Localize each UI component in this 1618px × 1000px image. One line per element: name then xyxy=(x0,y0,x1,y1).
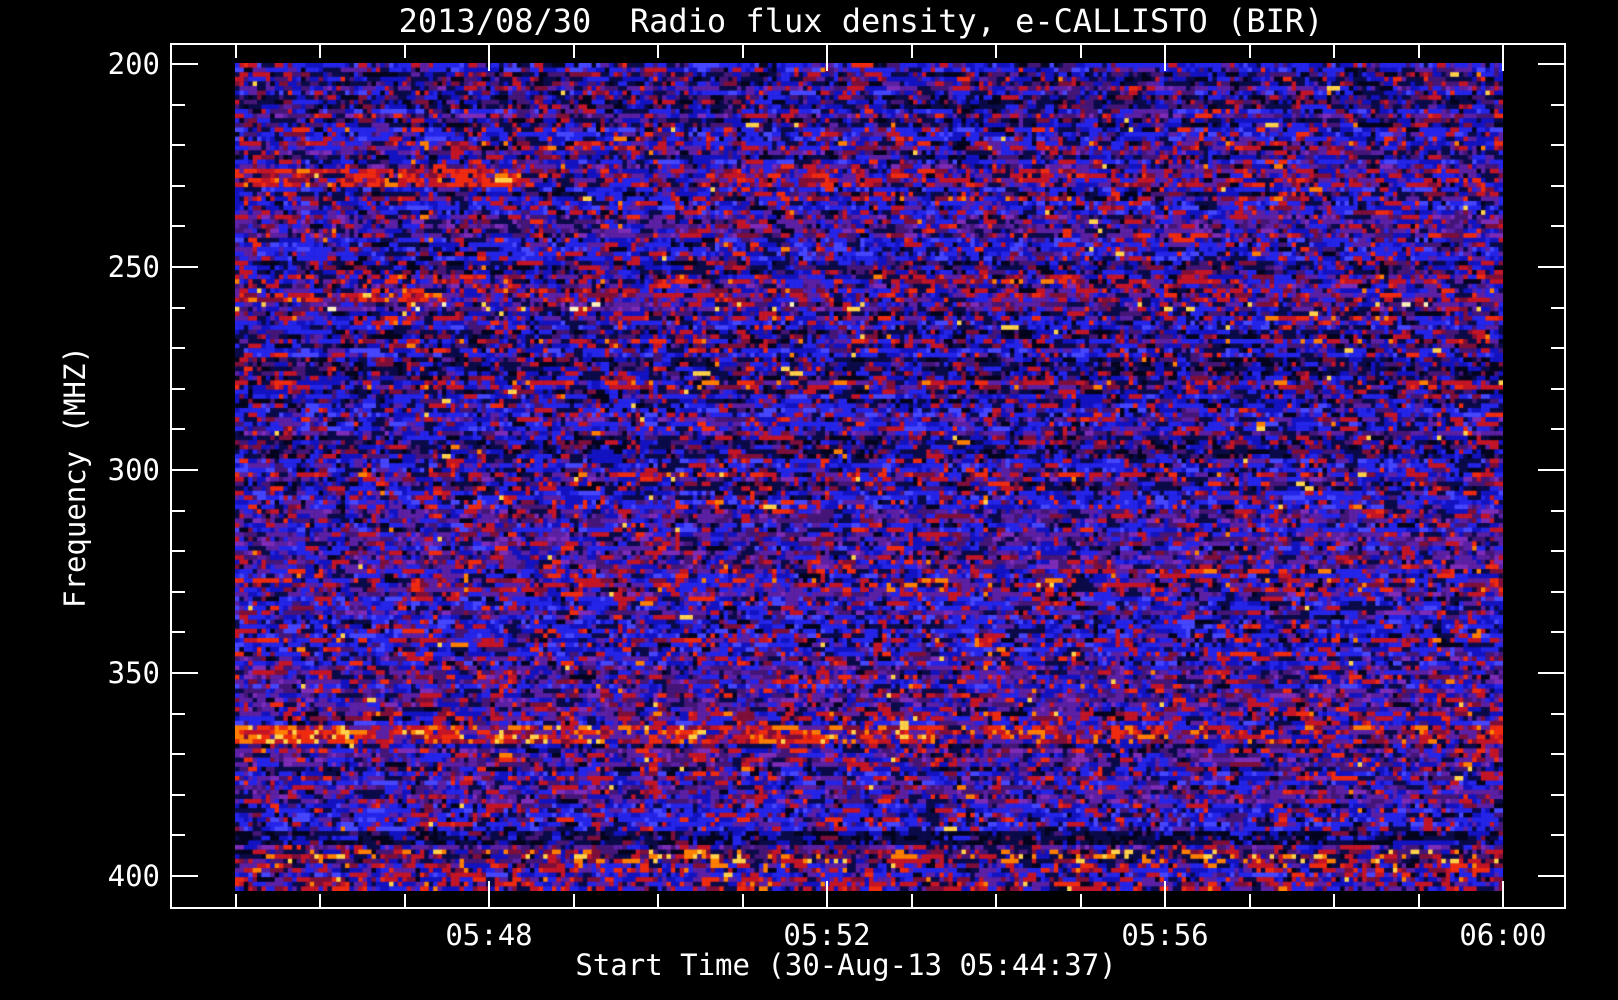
tick-mark xyxy=(1538,266,1564,268)
tick-mark xyxy=(1551,510,1564,512)
tick-mark xyxy=(657,894,659,907)
tick-mark xyxy=(573,894,575,907)
spectrogram-image xyxy=(235,63,1503,891)
tick-mark xyxy=(1080,894,1082,907)
tick-mark xyxy=(1502,881,1504,907)
tick-mark xyxy=(573,45,575,58)
x-axis-label: Start Time (30-Aug-13 05:44:37) xyxy=(575,948,1117,982)
x-tick-label: 06:00 xyxy=(1459,918,1547,952)
tick-mark xyxy=(1538,469,1564,471)
tick-mark xyxy=(172,550,185,552)
tick-mark xyxy=(1551,104,1564,106)
y-tick-label: 400 xyxy=(107,859,160,893)
tick-mark xyxy=(172,225,185,227)
tick-mark xyxy=(488,881,490,907)
tick-mark xyxy=(172,753,185,755)
tick-mark xyxy=(1080,45,1082,58)
tick-mark xyxy=(1538,672,1564,674)
x-tick-label: 05:52 xyxy=(783,918,871,952)
spectrogram-page: 2013/08/30 Radio flux density, e-CALLIST… xyxy=(0,0,1618,1000)
tick-mark xyxy=(1164,881,1166,907)
tick-mark xyxy=(1551,834,1564,836)
tick-mark xyxy=(826,881,828,907)
tick-mark xyxy=(172,144,185,146)
tick-mark xyxy=(1551,713,1564,715)
tick-mark xyxy=(172,266,198,268)
tick-mark xyxy=(172,388,185,390)
y-tick-label: 200 xyxy=(107,47,160,81)
tick-mark xyxy=(1551,388,1564,390)
tick-mark xyxy=(1538,875,1564,877)
tick-mark xyxy=(742,894,744,907)
tick-mark xyxy=(1551,631,1564,633)
tick-mark xyxy=(172,185,185,187)
tick-mark xyxy=(172,469,198,471)
tick-mark xyxy=(1418,894,1420,907)
tick-mark xyxy=(172,631,185,633)
tick-mark xyxy=(1551,794,1564,796)
tick-mark xyxy=(172,713,185,715)
tick-mark xyxy=(1418,45,1420,58)
tick-mark xyxy=(742,45,744,58)
tick-mark xyxy=(172,875,198,877)
tick-mark xyxy=(172,794,185,796)
tick-mark xyxy=(995,894,997,907)
tick-mark xyxy=(235,45,237,58)
tick-mark xyxy=(172,307,185,309)
tick-mark xyxy=(911,45,913,58)
tick-mark xyxy=(488,45,490,71)
chart-title: 2013/08/30 Radio flux density, e-CALLIST… xyxy=(398,2,1324,40)
tick-mark xyxy=(826,45,828,71)
tick-mark xyxy=(1249,894,1251,907)
tick-mark xyxy=(1538,63,1564,65)
tick-mark xyxy=(657,45,659,58)
tick-mark xyxy=(404,45,406,58)
tick-mark xyxy=(172,510,185,512)
tick-mark xyxy=(172,104,185,106)
tick-mark xyxy=(1249,45,1251,58)
tick-mark xyxy=(1551,550,1564,552)
tick-mark xyxy=(235,894,237,907)
y-axis-label: Frequency (MHZ) xyxy=(58,346,92,608)
tick-mark xyxy=(404,894,406,907)
tick-mark xyxy=(1502,45,1504,71)
tick-mark xyxy=(1551,144,1564,146)
tick-mark xyxy=(1551,185,1564,187)
tick-mark xyxy=(995,45,997,58)
tick-mark xyxy=(1551,307,1564,309)
tick-mark xyxy=(1333,45,1335,58)
tick-mark xyxy=(172,428,185,430)
tick-mark xyxy=(172,347,185,349)
tick-mark xyxy=(1551,428,1564,430)
tick-mark xyxy=(1333,894,1335,907)
tick-mark xyxy=(172,672,198,674)
tick-mark xyxy=(319,894,321,907)
tick-mark xyxy=(911,894,913,907)
tick-mark xyxy=(1551,347,1564,349)
x-tick-label: 05:56 xyxy=(1121,918,1209,952)
tick-mark xyxy=(1551,753,1564,755)
tick-mark xyxy=(172,834,185,836)
tick-mark xyxy=(1551,225,1564,227)
tick-mark xyxy=(172,63,198,65)
tick-mark xyxy=(319,45,321,58)
tick-mark xyxy=(1551,591,1564,593)
tick-mark xyxy=(172,591,185,593)
tick-mark xyxy=(1164,45,1166,71)
x-tick-label: 05:48 xyxy=(445,918,533,952)
